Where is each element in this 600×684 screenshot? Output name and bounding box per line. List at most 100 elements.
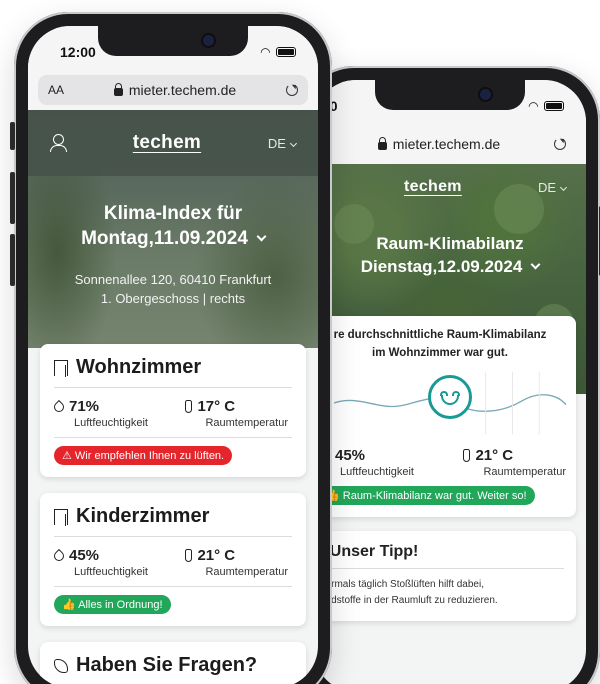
- ventilate-warning-badge: ⚠ Wir empfehlen Ihnen zu lüften.: [54, 446, 233, 465]
- foliage: [334, 204, 374, 244]
- thermometer-icon: [463, 448, 471, 462]
- temperature-label: Raumtemperatur: [483, 465, 566, 478]
- humidity-label: Luftfeuchtigkeit: [74, 566, 148, 578]
- humidity-metric: 45% Luftfeuchtigkeit: [51, 547, 148, 578]
- language-label: DE: [267, 135, 286, 151]
- room-name: Wohnzimmer: [76, 356, 202, 378]
- reload-icon[interactable]: [286, 84, 298, 96]
- smiley-icon: [428, 374, 472, 419]
- screen-back: 00 ◠ mieter.techem.de: [314, 80, 586, 684]
- notch: [98, 26, 248, 56]
- lock-icon: [377, 137, 387, 150]
- front-content: Wohnzimmer 71% Luftfeuchtigkeit 17° C Ra…: [28, 344, 318, 684]
- questions-label: Haben Sie Fragen?: [76, 654, 258, 676]
- tip-line1: ehrmals täglich Stoßlüften hilft dabei,: [320, 578, 484, 590]
- status-badge: 👍 Raum-Klimabilanz war gut. Weiter so!: [324, 485, 535, 505]
- droplet-icon: [51, 399, 67, 414]
- reload-icon[interactable]: [553, 138, 566, 150]
- notch: [375, 80, 525, 110]
- side-button: [10, 172, 15, 224]
- hero-title: Klima-Index für: [103, 203, 243, 224]
- all-ok-badge: 👍 Alles in Ordnung!: [54, 595, 171, 614]
- room-card[interactable]: Kinderzimmer 45% Luftfeuchtigkeit 21° C …: [40, 493, 306, 626]
- url-box[interactable]: AA mieter.techem.de: [38, 75, 308, 105]
- address: Sonnenallee 120, 60410 Frankfurt 1. Ober…: [28, 270, 318, 309]
- temperature-value: 21° C: [197, 547, 236, 564]
- tip-line2: hadstoffe in der Raumluft zu reduzieren.: [320, 594, 498, 606]
- side-button: [10, 122, 15, 150]
- metrics-row: 71% Luftfeuchtigkeit 17° C Raumtemperatu…: [51, 388, 292, 438]
- temperature-value: 21° C: [475, 446, 514, 464]
- tip-text: ehrmals täglich Stoßlüften hilft dabei, …: [320, 577, 564, 609]
- room-title: Wohnzimmer: [54, 356, 292, 388]
- phone-icon: [54, 658, 68, 673]
- humidity-value: 71%: [69, 398, 100, 415]
- tip-card: ⁞ Unser Tipp! ehrmals täglich Stoßlüften…: [320, 530, 576, 621]
- chevron-down-icon: [256, 231, 267, 241]
- hero-date: Dienstag,12.09.2024: [360, 256, 523, 276]
- temperature-metric: 17° C Raumtemperatur: [185, 398, 288, 429]
- phone-back: 00 ◠ mieter.techem.de: [300, 66, 600, 684]
- language-label: DE: [537, 179, 556, 195]
- url-bar: mieter.techem.de: [314, 124, 586, 164]
- text-size-button[interactable]: AA: [48, 83, 64, 97]
- side-button: [10, 234, 15, 286]
- door-icon: [54, 508, 68, 526]
- temperature-label: Raumtemperatur: [205, 566, 288, 578]
- hero-date-selector[interactable]: Montag,11.09.2024: [28, 228, 318, 250]
- room-card[interactable]: Wohnzimmer 71% Luftfeuchtigkeit 17° C Ra…: [40, 344, 306, 477]
- battery-icon: [276, 47, 296, 57]
- status-time: 12:00: [60, 44, 96, 60]
- humidity-value: 45%: [335, 446, 366, 464]
- questions-card[interactable]: Haben Sie Fragen?: [40, 642, 306, 684]
- humidity-metric: 45% Luftfeuchtigkeit: [324, 447, 414, 478]
- back-content: re durchschnittliche Raum-Klimabilanz im…: [314, 316, 586, 621]
- climate-headline: re durchschnittliche Raum-Klimabilanz im…: [324, 326, 566, 363]
- temperature-metric: 21° C Raumtemperatur: [185, 547, 288, 578]
- room-name: Kinderzimmer: [76, 505, 210, 527]
- chevron-down-icon: [559, 183, 568, 191]
- camera-icon: [203, 35, 214, 46]
- hero-front: techem DE Klima-Index für Montag,11.09.2…: [28, 110, 318, 348]
- humidity-label: Luftfeuchtigkeit: [340, 465, 414, 478]
- wifi-icon: ◠: [260, 45, 270, 59]
- climate-graph: [334, 363, 566, 443]
- temperature-value: 17° C: [197, 398, 236, 415]
- hero-date: Montag,11.09.2024: [81, 227, 248, 249]
- headline-line2: im Wohnzimmer war gut.: [372, 347, 508, 360]
- url-box[interactable]: mieter.techem.de: [314, 129, 576, 159]
- foliage: [494, 184, 544, 234]
- humidity-metric: 71% Luftfeuchtigkeit: [51, 398, 148, 429]
- user-icon[interactable]: [50, 134, 67, 152]
- temperature-label: Raumtemperatur: [205, 417, 288, 429]
- status-icons: ◠: [261, 45, 296, 59]
- humidity-label: Luftfeuchtigkeit: [74, 417, 148, 429]
- thermometer-icon: [185, 549, 193, 562]
- camera-icon: [480, 89, 491, 100]
- battery-icon: [544, 101, 564, 111]
- hero-date-selector[interactable]: Dienstag,12.09.2024: [314, 257, 586, 277]
- mockup-stage: 00 ◠ mieter.techem.de: [0, 0, 600, 684]
- thermometer-icon: [185, 400, 193, 413]
- chevron-down-icon: [530, 259, 541, 270]
- tip-title: ⁞ Unser Tipp!: [320, 543, 564, 569]
- screen-front: 12:00 ◠ AA mieter.techem.de techem DE Kl…: [28, 26, 318, 684]
- address-line1: Sonnenallee 120, 60410 Frankfurt: [74, 271, 272, 287]
- questions-title: Haben Sie Fragen?: [54, 654, 292, 684]
- language-selector[interactable]: DE: [267, 135, 298, 151]
- top-nav: techem DE: [28, 110, 318, 176]
- room-title: Kinderzimmer: [54, 505, 292, 537]
- language-selector[interactable]: DE: [537, 179, 568, 195]
- address-line2: 1. Obergeschoss | rechts: [100, 291, 246, 307]
- metrics-row: 45% Luftfeuchtigkeit 21° C Raumtemperatu…: [324, 443, 566, 486]
- climate-balance-card: re durchschnittliche Raum-Klimabilanz im…: [324, 316, 576, 517]
- brand-logo[interactable]: techem: [133, 132, 201, 154]
- status-icons: ◠: [529, 99, 564, 113]
- brand-logo[interactable]: techem: [404, 178, 462, 196]
- phone-front: 12:00 ◠ AA mieter.techem.de techem DE Kl…: [10, 12, 332, 684]
- top-nav: techem DE: [314, 164, 586, 196]
- droplet-icon: [51, 548, 67, 563]
- metrics-row: 45% Luftfeuchtigkeit 21° C Raumtemperatu…: [51, 537, 292, 587]
- humidity-value: 45%: [69, 547, 100, 564]
- lock-icon: [113, 83, 123, 96]
